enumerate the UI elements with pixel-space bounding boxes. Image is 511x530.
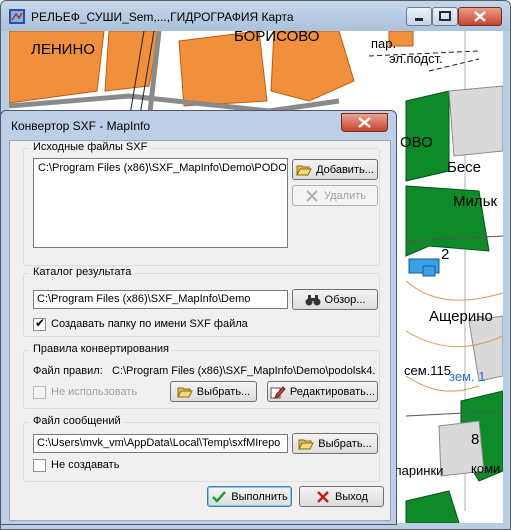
map-label: Мильк [453,193,498,210]
map-label: ЛЕНИНО [31,41,95,58]
log-file-input[interactable]: C:\Users\mvk_vm\AppData\Local\Temp\sxfMI… [33,434,288,453]
map-block [448,85,503,157]
close-icon [474,11,486,22]
maximize-button[interactable] [432,7,458,26]
select-rules-button[interactable]: Выбрать... [170,381,257,402]
map-window-titlebar[interactable]: РЕЛЬЕФ_СУШИ_Sem,...,ГИДРОГРАФИЯ Карта [1,1,510,31]
checkmark-icon [211,490,227,504]
map-close-button[interactable] [458,7,502,26]
folder-open-icon [296,163,312,177]
create-folder-label: Создавать папку по имени SXF файла [51,318,248,330]
minimize-icon [415,18,423,21]
select-rules-label: Выбрать... [196,385,251,398]
map-label: ларинки [394,463,444,478]
output-dir-input[interactable]: C:\Program Files (x86)\SXF_MapInfo\Demo [33,290,288,309]
map-label: Ащерино [429,308,493,325]
map-label: 2 [441,246,450,263]
dont-use-rules-label: Не использовать [51,386,138,398]
maximize-icon [439,11,451,21]
output-dir-legend: Каталог результата [30,266,135,278]
map-water [422,265,436,277]
close-icon [358,117,371,128]
dont-create-log-checkbox[interactable] [33,459,46,472]
source-file-item[interactable]: C:\Program Files (x86)\SXF_MapInfo\Demo\… [38,162,286,174]
source-files-legend: Исходные файлы SXF [30,141,151,153]
checkmark-icon: ✔ [35,316,46,330]
browse-output-label: Обзор... [324,293,366,306]
add-files-button[interactable]: Добавить... [292,159,378,180]
delete-icon [304,189,320,203]
map-window-title: РЕЛЬЕФ_СУШИ_Sem,...,ГИДРОГРАФИЯ Карта [31,10,294,24]
map-label: БОРИСОВО [234,31,320,45]
source-files-list[interactable]: C:\Program Files (x86)\SXF_MapInfo\Demo\… [33,158,288,248]
browse-output-button[interactable]: Обзор... [292,289,378,310]
map-window-app-icon[interactable] [9,9,25,24]
binoculars-icon [305,293,321,307]
edit-rules-button[interactable]: Редактировать... [267,381,378,402]
map-road [9,93,340,114]
exit-button[interactable]: Выход [299,486,384,507]
run-label: Выполнить [231,490,288,503]
folder-open-icon [298,437,315,451]
dialog-body: Исходные файлы SXF C:\Program Files (x86… [9,140,391,521]
converter-dialog: Конвертор SXF - MapInfo Исходные файлы S… [0,110,397,525]
map-label: 8 [471,431,480,448]
dont-create-log-label: Не создавать [51,459,120,471]
map-contour [405,280,503,301]
dialog-title: Конвертор SXF - MapInfo [11,119,151,133]
dont-use-rules-checkbox[interactable] [33,386,46,399]
exit-label: Выход [335,490,368,503]
map-label: Бесе [447,159,482,176]
rules-legend: Правила конвертирования [30,343,172,355]
minimize-button[interactable] [406,7,432,26]
map-forest [405,490,460,523]
map-label: коми [471,461,501,476]
select-log-label: Выбрать... [318,437,372,450]
edit-icon [270,385,286,399]
rules-file-path: C:\Program Files (x86)\SXF_MapInfo\Demo\… [112,365,376,377]
create-folder-checkbox[interactable]: ✔ [33,316,46,331]
map-label: эл.подст. [389,51,443,66]
remove-files-label: Удалить [324,189,366,202]
map-label: пар. [371,36,397,51]
map-label: сем.115 [404,363,452,378]
select-log-button[interactable]: Выбрать... [292,433,378,454]
run-button[interactable]: Выполнить [207,486,292,507]
dialog-close-button[interactable] [341,113,388,132]
add-files-label: Добавить... [316,163,374,176]
map-label: ОВО [400,134,433,151]
log-file-legend: Файл сообщений [30,415,124,427]
map-label: зем. 1 [449,369,486,384]
cross-icon [315,490,331,504]
edit-rules-label: Редактировать... [289,385,376,398]
remove-files-button[interactable]: Удалить [292,185,378,206]
folder-open-icon [176,385,193,399]
rules-file-label: Файл правил: [33,365,103,377]
